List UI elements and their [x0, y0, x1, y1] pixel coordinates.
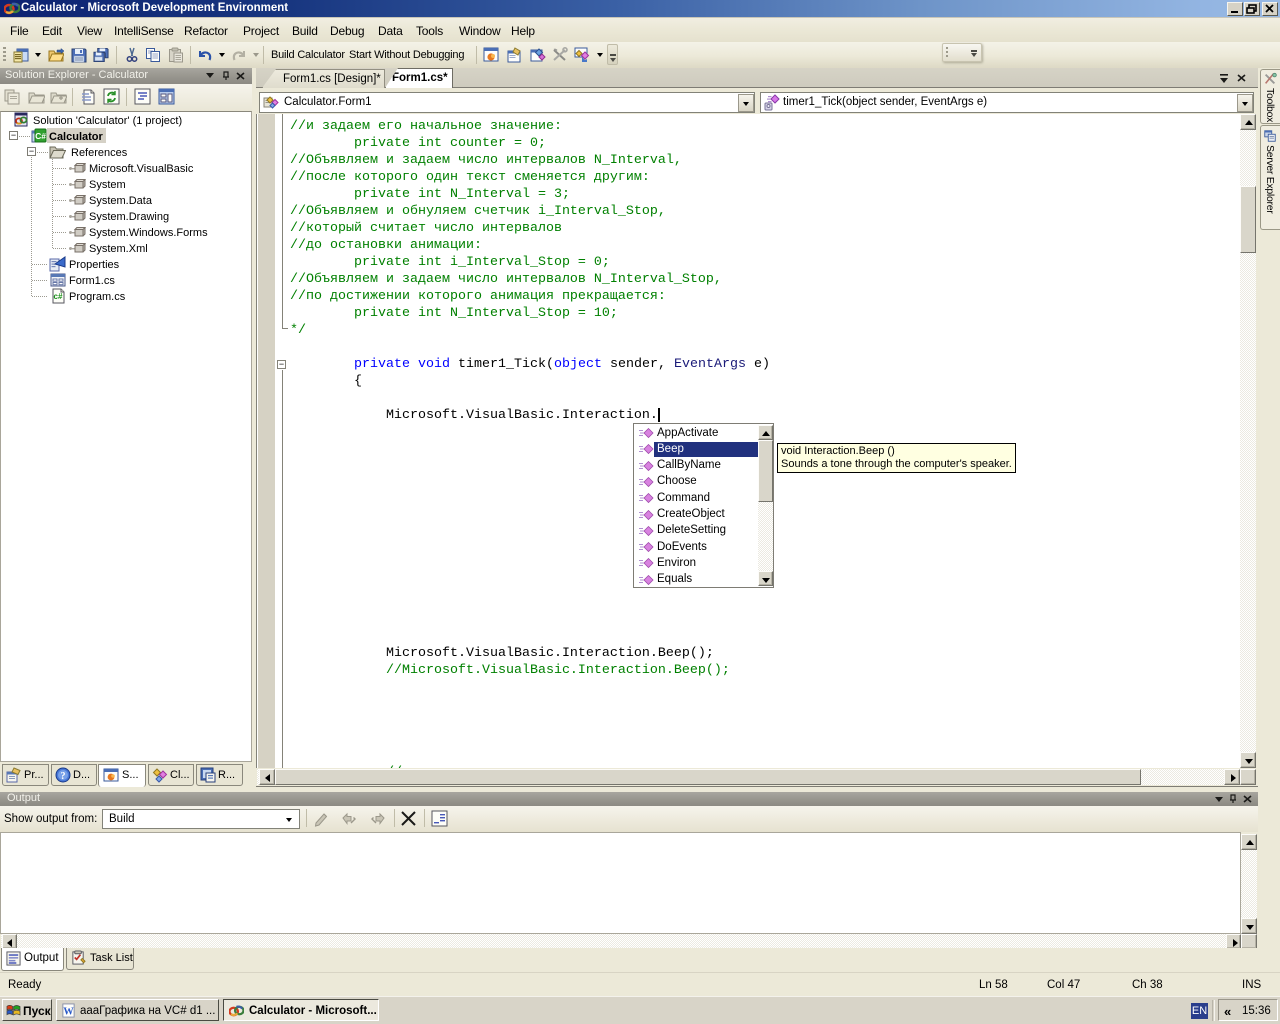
- svg-text:?: ?: [61, 771, 66, 782]
- svg-text:W: W: [63, 1006, 74, 1017]
- svg-text:C#: C#: [35, 131, 46, 141]
- svg-text:c#: c#: [54, 292, 63, 301]
